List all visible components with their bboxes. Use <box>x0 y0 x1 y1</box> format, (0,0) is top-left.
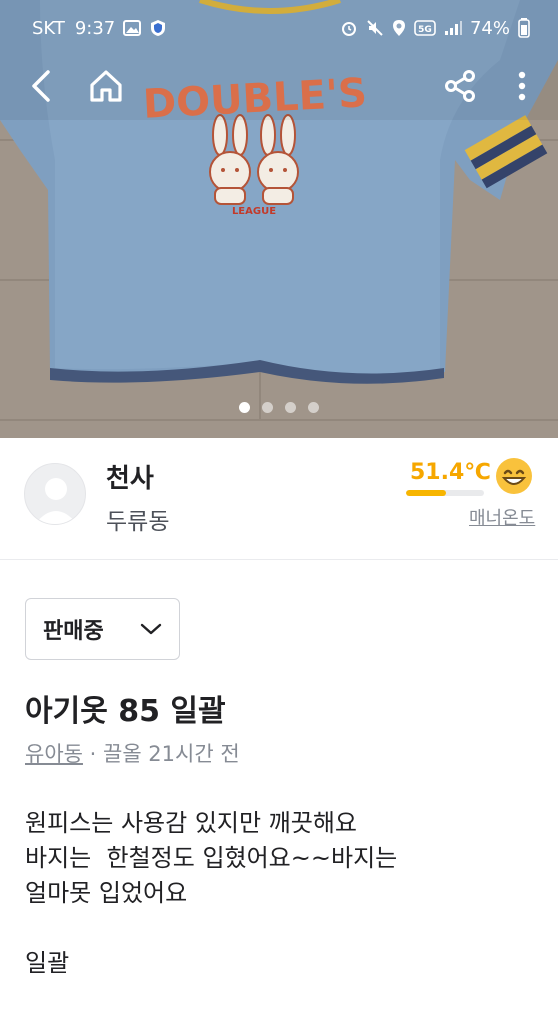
description-line: 원피스는 사용감 있지만 깨끗해요 <box>25 809 358 837</box>
more-options-button[interactable] <box>498 62 546 110</box>
description-line: 바지는 한철정도 입혔어요~~바지는 <box>25 844 398 872</box>
bump-time: · 끌올 21시간 전 <box>82 742 240 766</box>
carrier-label: SKT <box>32 17 65 39</box>
pager-dot[interactable] <box>262 402 273 413</box>
product-meta: 유아동 · 끌올 21시간 전 <box>25 738 240 768</box>
top-navigation <box>0 62 558 112</box>
gallery-icon <box>123 20 142 36</box>
shield-icon <box>149 19 167 37</box>
avatar[interactable] <box>24 463 86 525</box>
sale-status-dropdown[interactable]: 판매중 <box>25 598 180 660</box>
status-bar: SKT 9:37 5G 74% <box>0 0 558 56</box>
chevron-down-icon <box>140 623 162 635</box>
chevron-left-icon <box>32 70 50 102</box>
more-vertical-icon <box>518 71 526 101</box>
home-button[interactable] <box>82 62 130 110</box>
battery-icon <box>518 18 530 38</box>
product-title: 아기옷 85 일괄 <box>25 694 226 729</box>
clock: 9:37 <box>74 17 116 39</box>
product-description: 원피스는 사용감 있지만 깨끗해요 바지는 한철정도 입혔어요~~바지는 얼마못… <box>25 806 397 981</box>
pager-dot[interactable] <box>308 402 319 413</box>
mute-icon <box>366 19 384 37</box>
pager-dot[interactable] <box>239 402 250 413</box>
battery-label: 74% <box>469 17 510 39</box>
network-badge-icon: 5G <box>414 20 436 36</box>
image-pager <box>0 402 558 413</box>
smiley-face-icon <box>494 456 534 496</box>
alarm-icon <box>340 19 358 37</box>
manner-temperature-link[interactable]: 매너온도 <box>469 504 535 530</box>
network-label: 5G <box>418 25 432 35</box>
manner-temperature-fill <box>406 490 447 496</box>
description-line: 일괄 <box>25 949 70 977</box>
manner-temperature: 51.4℃ <box>410 460 491 485</box>
seller-profile[interactable]: 천사 두류동 51.4℃ 매너온도 <box>0 438 558 560</box>
share-icon <box>445 70 475 102</box>
seller-location: 두류동 <box>106 509 170 535</box>
manner-temperature-bar <box>406 490 484 496</box>
back-button[interactable] <box>18 62 66 110</box>
pager-dot[interactable] <box>285 402 296 413</box>
location-icon <box>392 19 406 37</box>
share-button[interactable] <box>436 62 484 110</box>
signal-icon <box>444 20 462 36</box>
description-blank-line <box>25 911 397 946</box>
home-icon <box>90 70 122 102</box>
sweater-print-subtext: LEAGUE <box>232 206 276 217</box>
description-line: 얼마못 입었어요 <box>25 879 188 907</box>
product-image[interactable]: DOUBLE'S LEAGUE SKT 9:37 5G 74% <box>0 0 558 438</box>
seller-name[interactable]: 천사 <box>106 458 154 495</box>
category-link[interactable]: 유아동 <box>25 742 83 766</box>
sale-status-value: 판매중 <box>43 619 104 644</box>
default-avatar-icon <box>35 478 77 524</box>
